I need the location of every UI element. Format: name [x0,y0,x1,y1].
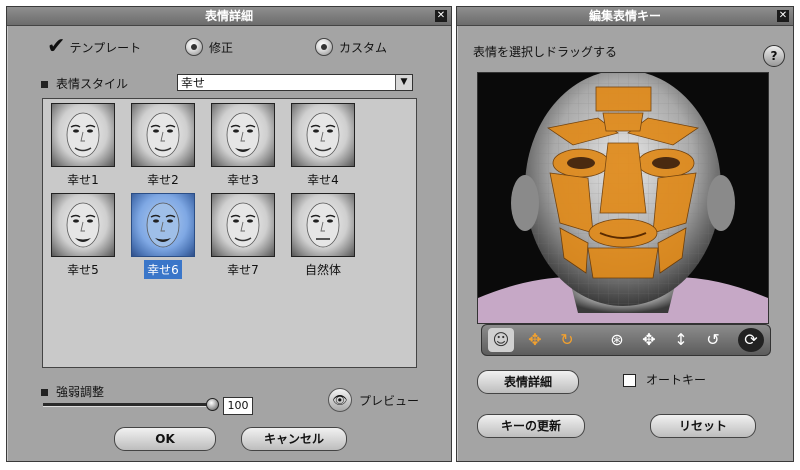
ok-button[interactable]: OK [114,427,216,451]
face-thumbnail-icon [51,193,115,257]
radio-icon [315,38,333,56]
preset-tile[interactable]: 幸せ2 [131,103,195,189]
preset-label: 幸せ5 [67,263,99,277]
rotate-part-icon[interactable]: ↻ [554,328,580,352]
style-label: 表情スタイル [56,77,129,91]
mode-custom[interactable]: カスタム [315,37,387,57]
preset-tile[interactable]: 幸せ5 [51,193,115,279]
preset-label: 幸せ2 [147,173,179,187]
face-thumbnail-icon [291,103,355,167]
expression-detail-button[interactable]: 表情詳細 [477,370,579,394]
pan-icon[interactable]: ✥ [636,328,662,352]
face-thumbnail-icon [211,193,275,257]
preset-tile[interactable]: 幸せ1 [51,103,115,189]
strength-value[interactable]: 100 [223,397,253,415]
preset-tile[interactable]: 自然体 [291,193,355,279]
cancel-button[interactable]: キャンセル [241,427,347,451]
update-key-button[interactable]: キーの更新 [477,414,585,438]
preset-tile[interactable]: 幸せ3 [211,103,275,189]
strength-slider-handle[interactable] [206,398,219,411]
preset-label: 幸せ3 [227,173,259,187]
viewport-toolbar: ☺ ✥ ↻ ⊛ ✥ ↕ ↺ ⟳ [481,324,771,356]
reset-button[interactable]: リセット [650,414,756,438]
mode-modify-label: 修正 [209,40,234,55]
orbit-icon[interactable]: ⊛ [604,328,630,352]
close-icon[interactable]: ✕ [435,10,447,22]
autokey-label: オートキー [646,373,707,387]
strength-label-row: 強弱調整 [41,383,104,400]
edit-expression-key-titlebar: 編集表情キー ✕ [457,7,793,26]
expression-detail-title: 表情詳細 [204,9,253,23]
move-part-icon[interactable]: ✥ [522,328,548,352]
face-edit-viewport[interactable] [477,72,769,324]
preset-label: 幸せ4 [307,173,339,187]
bullet-icon [41,389,48,396]
rotate-icon[interactable]: ↺ [700,328,726,352]
style-select[interactable]: 幸せ ▼ [177,74,413,91]
help-icon[interactable]: ? [763,45,785,67]
mode-modify[interactable]: 修正 [185,37,233,57]
strength-label: 強弱調整 [56,385,105,399]
preset-grid: 幸せ1 幸せ2 幸せ3 幸せ4 幸せ5 幸せ6 幸せ7 自然体 [42,98,417,368]
radio-icon [185,38,203,56]
chevron-down-icon: ▼ [395,75,412,90]
head-model-icon [478,73,768,323]
expression-detail-dialog: 表情詳細 ✕ ✔ テンプレート 修正 カスタム 表情スタイル 幸せ ▼ 幸せ1 幸… [6,6,452,462]
style-label-row: 表情スタイル [41,75,128,92]
face-thumbnail-icon [131,103,195,167]
mode-template-label: テンプレート [69,40,142,55]
edit-expression-key-title: 編集表情キー [588,9,661,23]
face-icon[interactable]: ☺ [488,328,514,352]
expression-detail-titlebar: 表情詳細 ✕ [7,7,451,26]
checkmark-icon: ✔ [47,34,66,59]
zoom-icon[interactable]: ↕ [668,328,694,352]
close-icon[interactable]: ✕ [777,10,789,22]
strength-slider-track[interactable] [43,403,215,407]
preset-label: 幸せ6 [144,260,182,279]
face-thumbnail-icon [211,103,275,167]
eye-icon[interactable]: 👁 [328,388,352,412]
instruction-text: 表情を選択しドラッグする [473,45,618,59]
autokey-checkbox[interactable] [623,374,636,387]
preset-tile[interactable]: 幸せ4 [291,103,355,189]
face-thumbnail-icon [131,193,195,257]
mode-template[interactable]: ✔ テンプレート [47,34,142,59]
mode-custom-label: カスタム [339,40,388,55]
preview-label[interactable]: プレビュー [359,392,419,409]
preset-label: 幸せ7 [227,263,259,277]
preset-tile[interactable]: 幸せ6 [131,193,195,279]
style-select-value: 幸せ [181,76,206,90]
face-thumbnail-icon [291,193,355,257]
preset-label: 自然体 [304,263,341,277]
face-thumbnail-icon [51,103,115,167]
preset-label: 幸せ1 [67,173,99,187]
bullet-icon [41,81,48,88]
preset-tile[interactable]: 幸せ7 [211,193,275,279]
reset-view-icon[interactable]: ⟳ [738,328,764,352]
